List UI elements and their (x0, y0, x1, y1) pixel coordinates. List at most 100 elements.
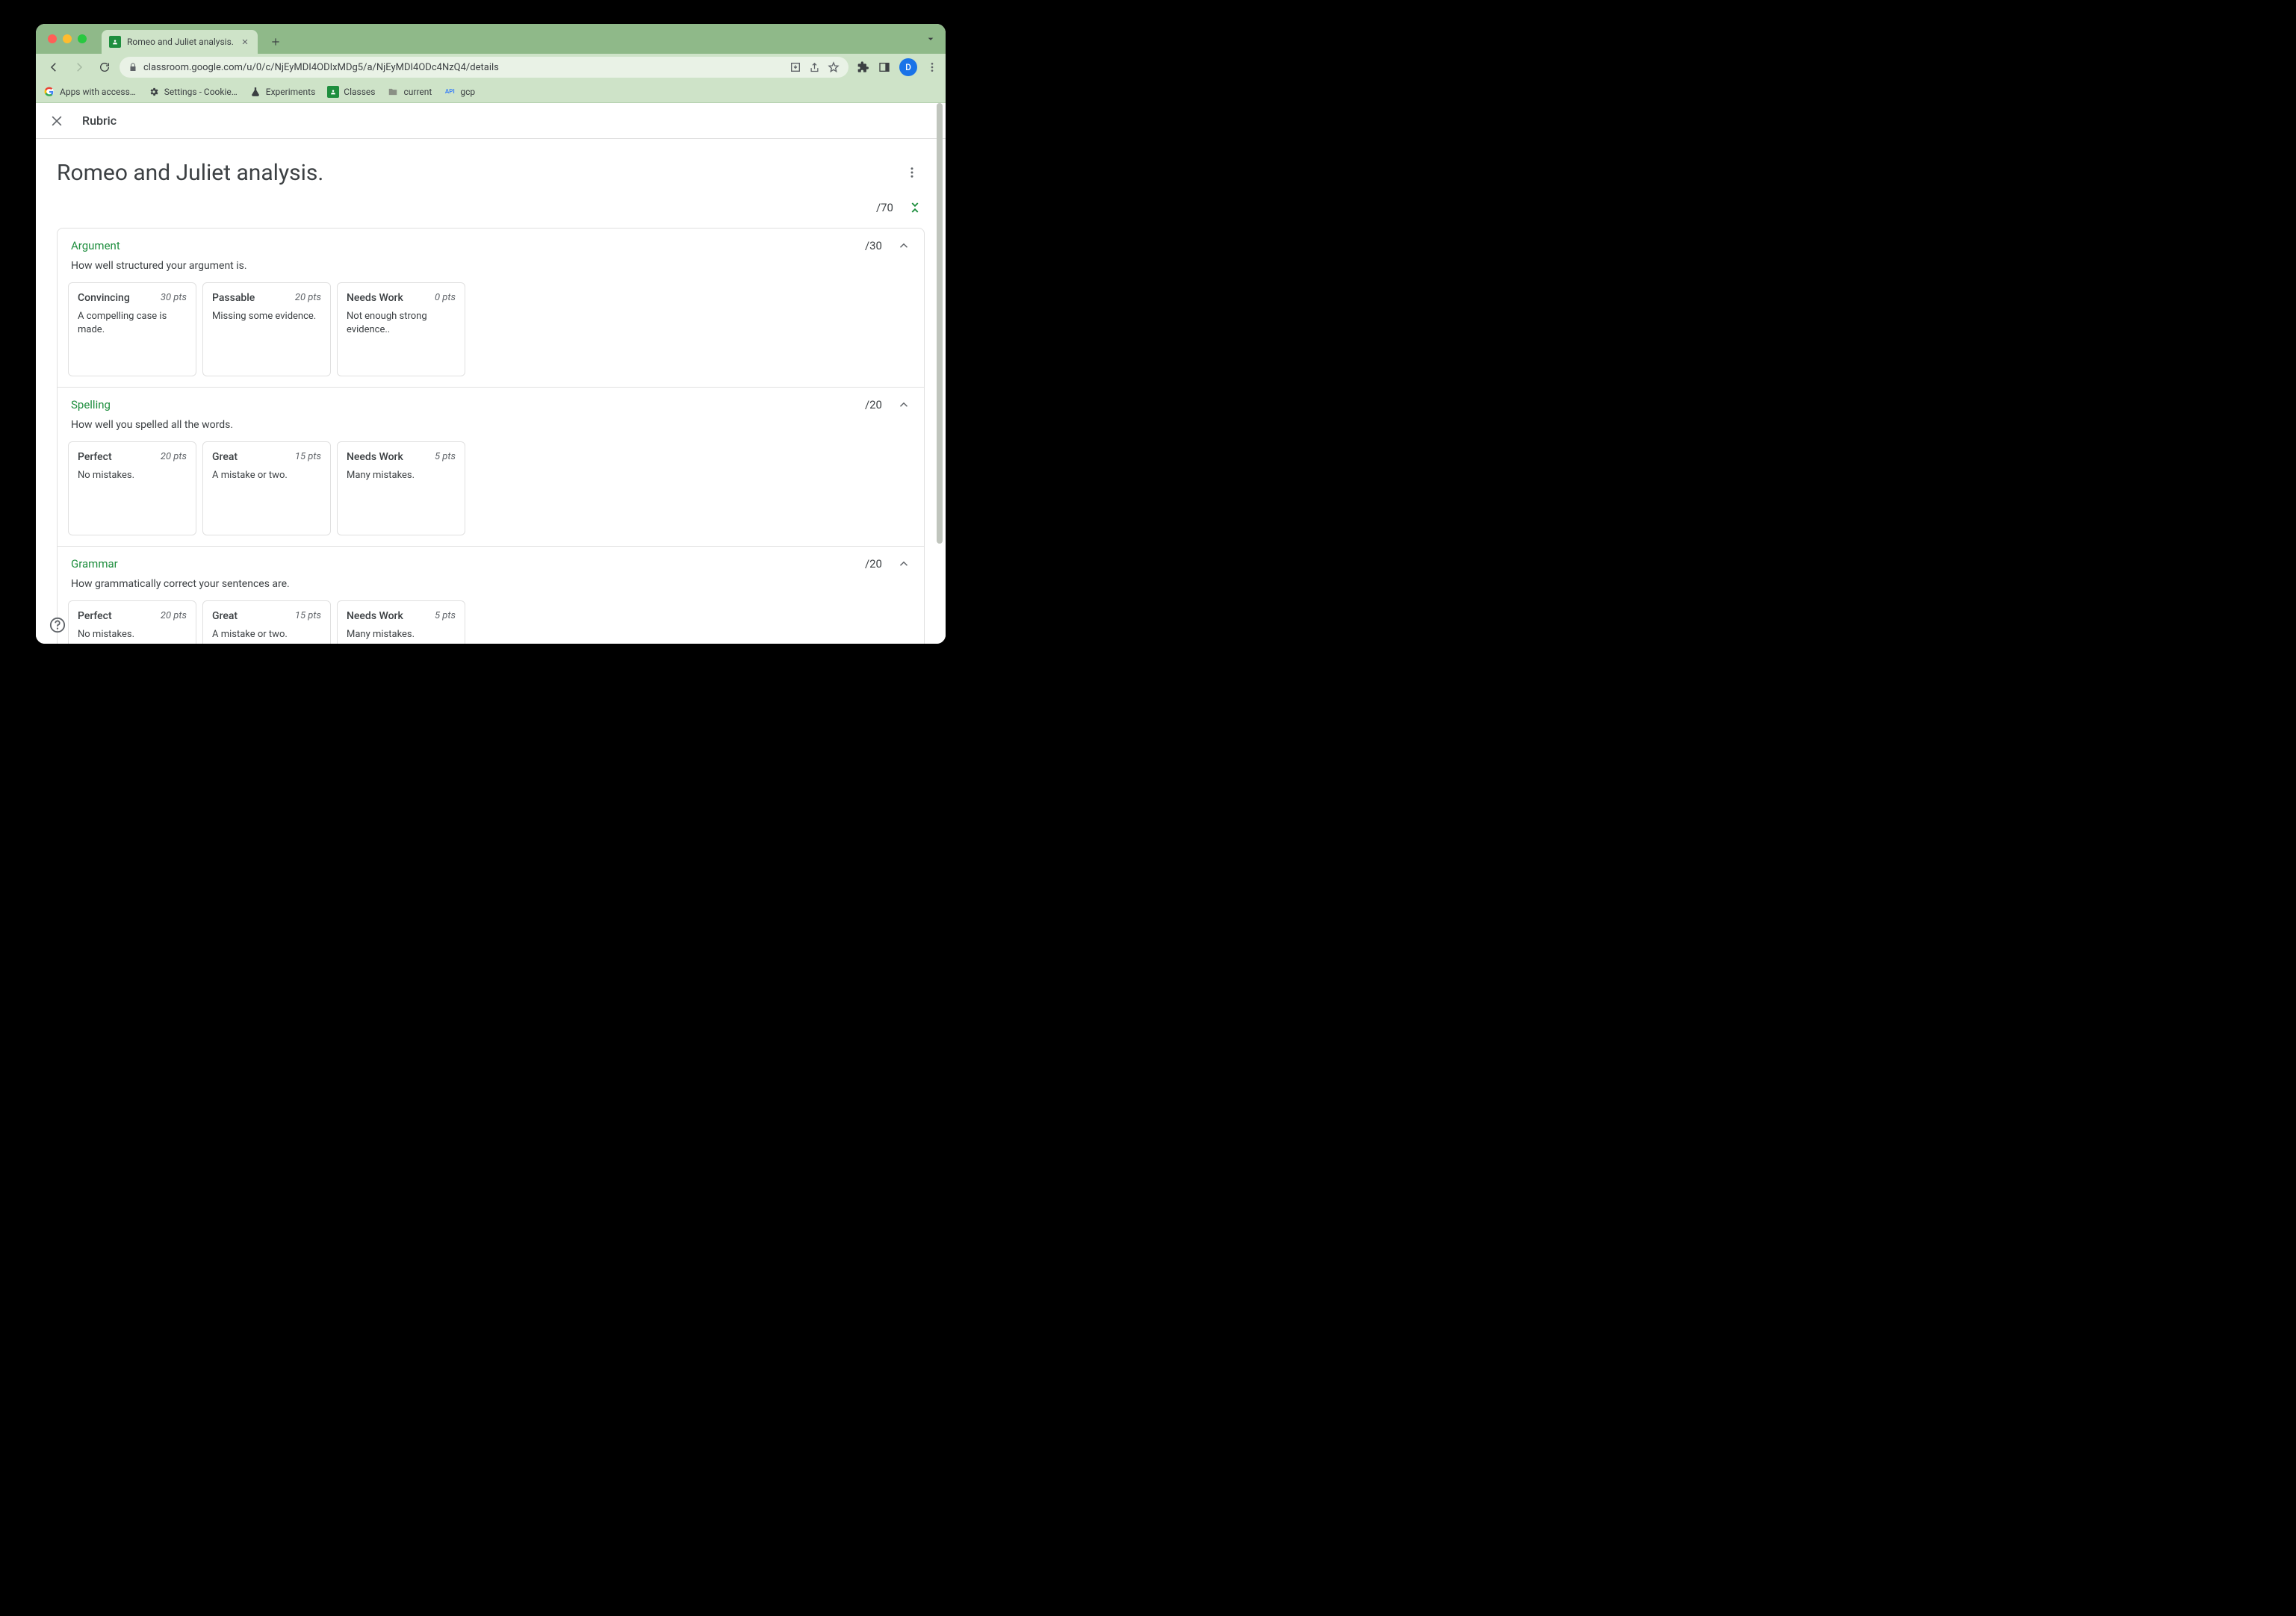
level-points: 20 pts (161, 451, 187, 463)
level-description: Many mistakes. (347, 469, 456, 482)
share-icon[interactable] (809, 62, 820, 73)
level-name: Needs Work (347, 292, 403, 304)
level-card[interactable]: Passable20 ptsMissing some evidence. (202, 282, 331, 376)
close-icon[interactable] (49, 114, 64, 128)
level-name: Needs Work (347, 610, 403, 622)
level-name: Perfect (78, 610, 112, 622)
forward-button[interactable] (69, 57, 90, 78)
level-points: 15 pts (295, 451, 321, 463)
level-card[interactable]: Needs Work 0 pts Not enough strong evidenc… (337, 282, 465, 376)
level-card[interactable]: Perfect20 ptsNo mistakes. (68, 441, 196, 535)
level-card[interactable]: Perfect 20 pts No mistakes. (68, 600, 196, 644)
chevron-up-icon[interactable] (897, 398, 910, 411)
level-description: A mistake or two. (212, 628, 321, 641)
level-points: 5 pts (435, 610, 456, 622)
level-card[interactable]: Needs Work 5 pts Many mistakes. (337, 600, 465, 644)
bookmark-label: Settings - Cookie… (164, 87, 238, 97)
extensions-icon[interactable] (857, 61, 869, 73)
traffic-lights (43, 24, 93, 54)
level-name: Perfect (78, 451, 112, 463)
bookmark-gcp[interactable]: API gcp (444, 86, 475, 98)
folder-icon (387, 86, 399, 98)
criterion-header: Argument/30 (58, 229, 924, 252)
levels-row: Convincing 30 pts A compelling case is mad… (58, 282, 924, 387)
level-description: A mistake or two. (212, 469, 321, 482)
tab-title: Romeo and Juliet analysis. (127, 37, 234, 47)
level-description: Not enough strong evidence.. (347, 310, 456, 337)
help-icon[interactable] (49, 617, 66, 633)
levels-row: Perfect 20 pts No mistakes. Great15 ptsA mi… (58, 600, 924, 644)
criterion-description: How well you spelled all the words. (58, 411, 924, 441)
criterion-description: How well structured your argument is. (58, 252, 924, 282)
level-points: 20 pts (161, 610, 187, 622)
url-text: classroom.google.com/u/0/c/NjEyMDI4ODIxM… (143, 62, 784, 73)
chevron-up-icon[interactable] (897, 557, 910, 571)
bookmarks-bar: Apps with access… Settings - Cookie… Exp… (36, 81, 946, 103)
level-card[interactable]: Needs Work 5 pts Many mistakes. (337, 441, 465, 535)
browser-tab[interactable]: Romeo and Juliet analysis. (102, 30, 258, 54)
header-title: Rubric (82, 114, 117, 128)
criterion-name: Grammar (71, 557, 865, 571)
tab-bar: Romeo and Juliet analysis. (36, 24, 946, 54)
classroom-favicon (109, 36, 121, 48)
url-bar: classroom.google.com/u/0/c/NjEyMDI4ODIxM… (36, 54, 946, 81)
bookmark-label: current (403, 87, 432, 97)
side-panel-icon[interactable] (878, 61, 890, 73)
collapse-all-icon[interactable] (908, 201, 922, 214)
criterion-points: /30 (865, 239, 882, 252)
profile-avatar[interactable]: D (899, 58, 917, 76)
new-tab-button[interactable] (265, 31, 286, 52)
level-points: 5 pts (435, 451, 456, 463)
bookmark-settings[interactable]: Settings - Cookie… (148, 86, 238, 98)
criterion-header: Grammar/20 (58, 547, 924, 571)
level-description: No mistakes. (78, 628, 187, 641)
scrollbar[interactable] (935, 103, 944, 641)
bookmark-apps-with-access[interactable]: Apps with access… (43, 86, 136, 98)
back-button[interactable] (43, 57, 64, 78)
level-card[interactable]: Great15 ptsA mistake or two. (202, 441, 331, 535)
bookmark-label: Experiments (266, 87, 316, 97)
window-close-button[interactable] (48, 34, 57, 43)
level-name: Needs Work (347, 451, 403, 463)
gear-icon (148, 86, 160, 98)
chrome-menu-icon[interactable] (926, 61, 938, 73)
window-minimize-button[interactable] (63, 34, 72, 43)
classroom-icon (327, 86, 339, 98)
reload-button[interactable] (94, 57, 115, 78)
api-icon: API (444, 86, 456, 98)
level-points: 30 pts (161, 292, 187, 304)
main-content: Romeo and Juliet analysis. /70 Argument/… (36, 139, 946, 644)
tab-close-icon[interactable] (240, 37, 250, 47)
bookmark-star-icon[interactable] (828, 61, 840, 73)
page-title: Romeo and Juliet analysis. (57, 160, 323, 186)
level-card[interactable]: Convincing 30 pts A compelling case is mad… (68, 282, 196, 376)
criterion-points: /20 (865, 557, 882, 571)
scrollbar-thumb[interactable] (937, 103, 943, 544)
install-icon[interactable] (789, 61, 801, 73)
level-description: A compelling case is made. (78, 310, 187, 337)
bookmark-experiments[interactable]: Experiments (249, 86, 316, 98)
tabs-dropdown-icon[interactable] (925, 33, 937, 45)
bookmark-classes[interactable]: Classes (327, 86, 375, 98)
level-description: Many mistakes. (347, 628, 456, 641)
bookmark-current[interactable]: current (387, 86, 432, 98)
url-field[interactable]: classroom.google.com/u/0/c/NjEyMDI4ODIxM… (120, 57, 848, 78)
level-points: 0 pts (435, 292, 456, 304)
chevron-up-icon[interactable] (897, 239, 910, 252)
criterion-name: Spelling (71, 398, 865, 411)
criterion-description: How grammatically correct your sentences… (58, 571, 924, 600)
level-card[interactable]: Great15 ptsA mistake or two. (202, 600, 331, 644)
level-points: 20 pts (295, 292, 321, 304)
level-name: Convincing (78, 292, 130, 304)
window-maximize-button[interactable] (78, 34, 87, 43)
criterion: Spelling/20How well you spelled all the … (57, 387, 925, 547)
level-name: Passable (212, 292, 255, 304)
bookmark-label: Apps with access… (60, 87, 136, 97)
criterion-name: Argument (71, 239, 865, 252)
flask-icon (249, 86, 261, 98)
criterion: Grammar/20How grammatically correct your… (57, 546, 925, 644)
level-name: Great (212, 610, 238, 622)
lock-icon (128, 63, 137, 72)
browser-window: Romeo and Juliet analysis. classroom.goo… (36, 24, 946, 644)
more-menu-icon[interactable] (899, 160, 925, 185)
